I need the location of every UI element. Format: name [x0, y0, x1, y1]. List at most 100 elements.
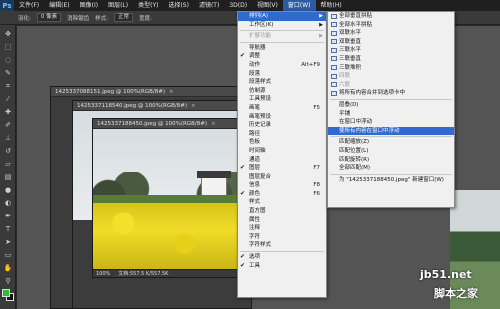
crop-tool-icon[interactable]: ⌗ — [3, 81, 13, 91]
menu-filter[interactable]: 滤镜(T) — [194, 0, 224, 11]
menu-item-label: 将所有内容合并到选项卡中 — [339, 90, 406, 97]
menu-item[interactable]: 匹配缩放(Z) — [328, 138, 454, 147]
menu-layer[interactable]: 图层(L) — [103, 0, 133, 11]
menu-item[interactable]: 平铺 — [328, 110, 454, 119]
menu-item[interactable]: 路径 — [238, 130, 326, 139]
zoom-tool-icon[interactable]: ⚲ — [3, 276, 13, 286]
menu-item[interactable]: 三联堆积 — [328, 64, 454, 73]
menu-item[interactable]: 工具预设 — [238, 95, 326, 104]
close-icon[interactable]: × — [169, 87, 174, 96]
menu-3d[interactable]: 3D(D) — [224, 0, 252, 11]
menu-item[interactable]: 全部垂直拼贴 — [328, 12, 454, 21]
menu-item-label: 全部匹配(M) — [339, 165, 371, 172]
menu-item-label: 图层复合 — [249, 173, 272, 180]
menu-item[interactable]: 直方图 — [238, 207, 326, 216]
checkmark-icon: ✔ — [240, 261, 246, 269]
arrange-layout-icon — [331, 39, 337, 45]
width-label: 宽度: — [139, 15, 152, 22]
menu-item[interactable]: ✔ 颜色 F6 — [238, 190, 326, 199]
menu-item[interactable]: 画笔预设 — [238, 113, 326, 122]
menu-item-label: 全部垂直拼贴 — [339, 13, 373, 19]
menu-item[interactable]: ✔ 工具 — [238, 262, 326, 271]
marquee-tool-icon[interactable]: ⬚ — [3, 42, 13, 52]
zoom-level[interactable]: 100% — [96, 270, 110, 277]
stamp-tool-icon[interactable]: ⊥ — [3, 133, 13, 143]
menu-item[interactable]: 画笔 F5 — [238, 104, 326, 113]
menu-separator — [330, 98, 452, 100]
menu-item[interactable]: ✔ 调整 — [238, 52, 326, 61]
menu-item[interactable]: 三联垂直 — [328, 55, 454, 64]
menu-select[interactable]: 选择(S) — [163, 0, 194, 11]
menu-item[interactable]: 三联水平 — [328, 46, 454, 55]
menu-item[interactable]: 动作 Alt+F9 — [238, 61, 326, 70]
menu-item[interactable]: 使所有内容在窗口中浮动 — [328, 126, 454, 136]
hand-tool-icon[interactable]: ✋ — [3, 263, 13, 273]
menu-item[interactable]: 排列(A) ▶ — [238, 12, 326, 21]
menu-item[interactable]: 匹配位置(L) — [328, 147, 454, 156]
menu-window[interactable]: 窗口(W) — [282, 0, 316, 11]
menu-item[interactable]: ✔ 选项 — [238, 253, 326, 262]
menu-file[interactable]: 文件(F) — [14, 0, 44, 11]
menu-item[interactable]: 样式 — [238, 198, 326, 207]
menu-view[interactable]: 视图(V) — [252, 0, 283, 11]
menu-item[interactable]: 在窗口中浮动 — [328, 118, 454, 127]
menu-item[interactable]: 导航器 — [238, 44, 326, 53]
menu-item[interactable]: 双联水平 — [328, 29, 454, 38]
eraser-tool-icon[interactable]: ▱ — [3, 159, 13, 169]
menu-item[interactable]: 信息 F8 — [238, 181, 326, 190]
menu-item[interactable]: 将所有内容合并到选项卡中 — [328, 89, 454, 98]
pen-tool-icon[interactable]: ✒ — [3, 211, 13, 221]
menu-item[interactable]: 匹配旋转(R) — [328, 156, 454, 165]
dodge-tool-icon[interactable]: ◐ — [3, 198, 13, 208]
menu-item-label: 历史记录 — [249, 122, 272, 129]
healing-tool-icon[interactable]: ✚ — [3, 107, 13, 117]
menu-item[interactable]: 全部匹配(M) — [328, 164, 454, 173]
menu-item[interactable]: 通道 — [238, 156, 326, 165]
history-brush-tool-icon[interactable]: ↺ — [3, 146, 13, 156]
brush-tool-icon[interactable]: ✐ — [3, 120, 13, 130]
text-tool-icon[interactable]: T — [3, 224, 13, 234]
menu-help[interactable]: 帮助(H) — [316, 0, 347, 11]
menu-item[interactable]: ✔ 图层 F7 — [238, 164, 326, 173]
path-select-tool-icon[interactable]: ➤ — [3, 237, 13, 247]
document-window-3[interactable]: 1425337188450.jpeg @ 100%(RGB/8#) × 100%… — [92, 118, 245, 278]
menu-item-label: 注释 — [249, 225, 261, 232]
menu-item-label: 四联 — [339, 73, 351, 80]
menu-item[interactable]: 时间轴 — [238, 147, 326, 156]
menu-edit[interactable]: 编辑(E) — [44, 0, 74, 11]
document-title-bar[interactable]: 1425337088151.jpeg @ 100%(RGB/8#) × — [51, 87, 249, 97]
menu-item[interactable]: 字符样式 — [238, 241, 326, 250]
lasso-tool-icon[interactable]: ◌ — [3, 55, 13, 65]
menu-item[interactable]: 注释 — [238, 224, 326, 233]
menu-image[interactable]: 图像(I) — [75, 0, 103, 11]
close-icon[interactable]: × — [211, 119, 216, 128]
feather-input[interactable]: 0 像素 — [36, 13, 62, 22]
style-select[interactable]: 正常 — [113, 13, 133, 22]
menu-item[interactable]: 字符 — [238, 233, 326, 242]
foreground-color-swatch[interactable] — [2, 289, 10, 297]
close-icon[interactable]: × — [191, 101, 196, 110]
document-title-bar[interactable]: 1425337188450.jpeg @ 100%(RGB/8#) × — [93, 119, 243, 129]
menu-item[interactable]: 历史记录 — [238, 121, 326, 130]
menu-item[interactable]: 层叠(D) — [328, 101, 454, 110]
menu-item[interactable]: 仿制源 — [238, 87, 326, 96]
document-title-bar[interactable]: 1425337118540.jpeg @ 100%(RGB/8#) × — [73, 101, 251, 111]
menu-item[interactable]: 全部水平拼贴 — [328, 21, 454, 30]
menu-item[interactable]: 段落 — [238, 70, 326, 79]
menu-item[interactable]: 为 "1425337188450.jpeg" 新建窗口(W) — [328, 176, 454, 185]
menu-item[interactable]: 段落样式 — [238, 78, 326, 87]
move-tool-icon[interactable]: ✥ — [3, 29, 13, 39]
menu-item[interactable]: 双联垂直 — [328, 38, 454, 47]
antialias-checkbox[interactable]: 消除锯齿 — [67, 14, 89, 22]
shape-tool-icon[interactable]: ▭ — [3, 250, 13, 260]
menu-type[interactable]: 类型(Y) — [133, 0, 163, 11]
menu-item[interactable]: 工作区(K) ▶ — [238, 21, 326, 30]
menu-item[interactable]: 图层复合 — [238, 173, 326, 182]
menu-item[interactable]: 属性 — [238, 216, 326, 225]
quick-select-tool-icon[interactable]: ✎ — [3, 68, 13, 78]
menu-item[interactable]: 色板 — [238, 138, 326, 147]
menu-item-label: 颜色 — [249, 190, 261, 197]
blur-tool-icon[interactable]: ● — [3, 185, 13, 195]
gradient-tool-icon[interactable]: ▤ — [3, 172, 13, 182]
eyedropper-tool-icon[interactable]: ⁄ — [3, 94, 13, 104]
